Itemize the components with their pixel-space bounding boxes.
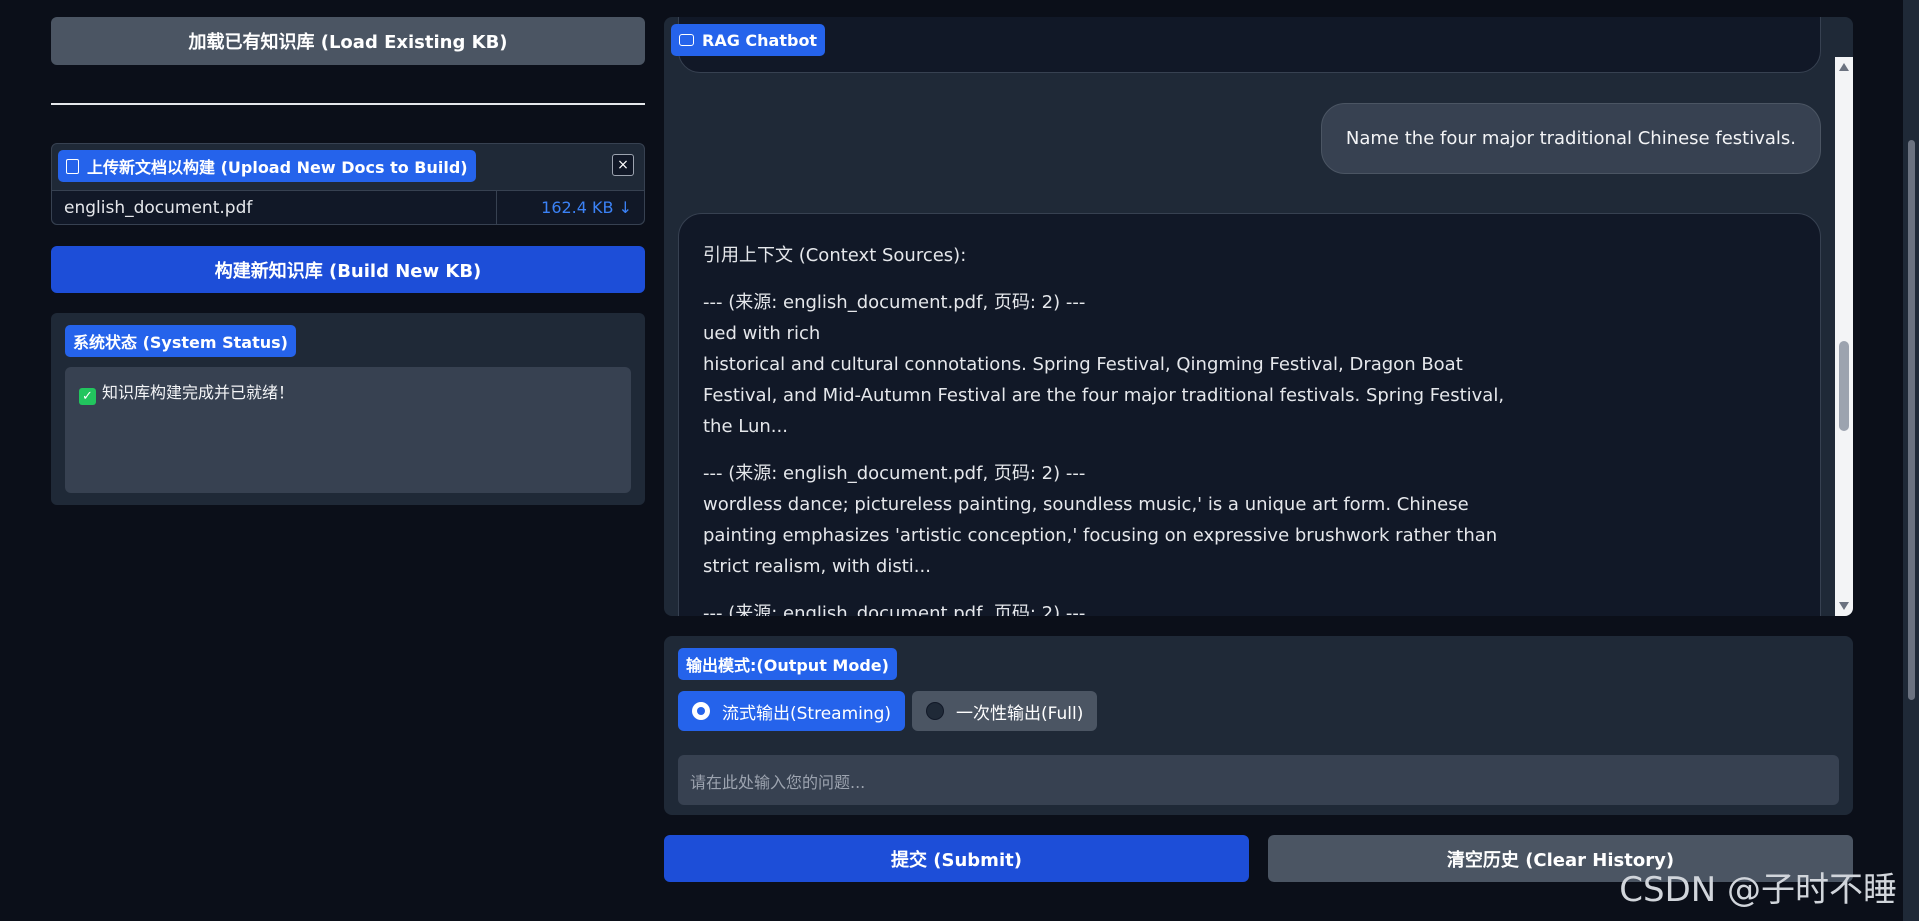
watermark: CSDN @子时不睡 (1619, 870, 1897, 910)
system-status-panel: 系统状态 (System Status) ✓ 知识库构建完成并已就绪！ (51, 313, 645, 505)
close-icon[interactable]: × (612, 154, 634, 176)
chat-history[interactable]: Name the four major traditional Chinese … (664, 17, 1835, 616)
page-scrollbar-thumb[interactable] (1908, 140, 1915, 700)
radio-full[interactable]: 一次性输出(Full) (912, 691, 1098, 731)
user-message: Name the four major traditional Chinese … (1320, 103, 1821, 174)
output-mode-label: 输出模式:(Output Mode) (678, 648, 897, 680)
chatbot-label-text: RAG Chatbot (702, 30, 818, 50)
divider (51, 103, 645, 105)
file-download-link[interactable]: 162.4 KB ↓ (496, 191, 644, 224)
chatbot-label: RAG Chatbot (671, 24, 826, 56)
chatbot-panel: RAG Chatbot Name the four major traditio… (664, 17, 1853, 616)
file-upload[interactable]: 上传新文档以构建 (Upload New Docs to Build) × en… (51, 143, 645, 225)
uploaded-file-row: english_document.pdf 162.4 KB ↓ (52, 190, 644, 224)
chat-icon (679, 34, 694, 46)
radio-selected-icon (692, 702, 710, 720)
previous-message (678, 17, 1821, 73)
status-textarea[interactable]: ✓ 知识库构建完成并已就绪！ (65, 367, 631, 493)
status-label: 系统状态 (System Status) (65, 325, 296, 357)
chat-scrollbar[interactable] (1835, 57, 1853, 616)
radio-streaming-label: 流式输出(Streaming) (722, 703, 892, 724)
bot-message: 引用上下文 (Context Sources): --- (来源: englis… (678, 213, 1821, 616)
scroll-up-icon[interactable] (1839, 63, 1849, 71)
upload-label-text: 上传新文档以构建 (Upload New Docs to Build) (87, 158, 468, 177)
question-input[interactable] (678, 755, 1839, 805)
output-mode-panel: 输出模式:(Output Mode) 流式输出(Streaming) 一次性输出… (664, 636, 1853, 815)
check-icon: ✓ (79, 388, 96, 405)
bot-paragraph: --- (来源: english_document.pdf, 页码: 2) --… (703, 292, 1505, 437)
bot-paragraph: --- (来源: english_document.pdf, 页码: 2) --… (703, 603, 1086, 616)
file-name: english_document.pdf (64, 197, 253, 218)
status-text: 知识库构建完成并已就绪！ (102, 383, 295, 402)
page-scrollbar[interactable] (1903, 0, 1919, 921)
load-existing-kb-button[interactable]: 加载已有知识库 (Load Existing KB) (51, 17, 645, 65)
radio-full-label: 一次性输出(Full) (956, 703, 1084, 724)
build-new-kb-button[interactable]: 构建新知识库 (Build New KB) (51, 246, 645, 293)
scrollbar-thumb[interactable] (1839, 341, 1849, 431)
file-icon (66, 158, 79, 174)
scroll-down-icon[interactable] (1839, 602, 1849, 610)
submit-button[interactable]: 提交 (Submit) (664, 835, 1249, 882)
radio-streaming[interactable]: 流式输出(Streaming) (678, 691, 906, 731)
upload-label: 上传新文档以构建 (Upload New Docs to Build) (58, 150, 476, 182)
radio-unselected-icon (926, 702, 944, 720)
bot-paragraph: 引用上下文 (Context Sources): (703, 245, 967, 266)
bot-paragraph: --- (来源: english_document.pdf, 页码: 2) --… (703, 463, 1498, 577)
